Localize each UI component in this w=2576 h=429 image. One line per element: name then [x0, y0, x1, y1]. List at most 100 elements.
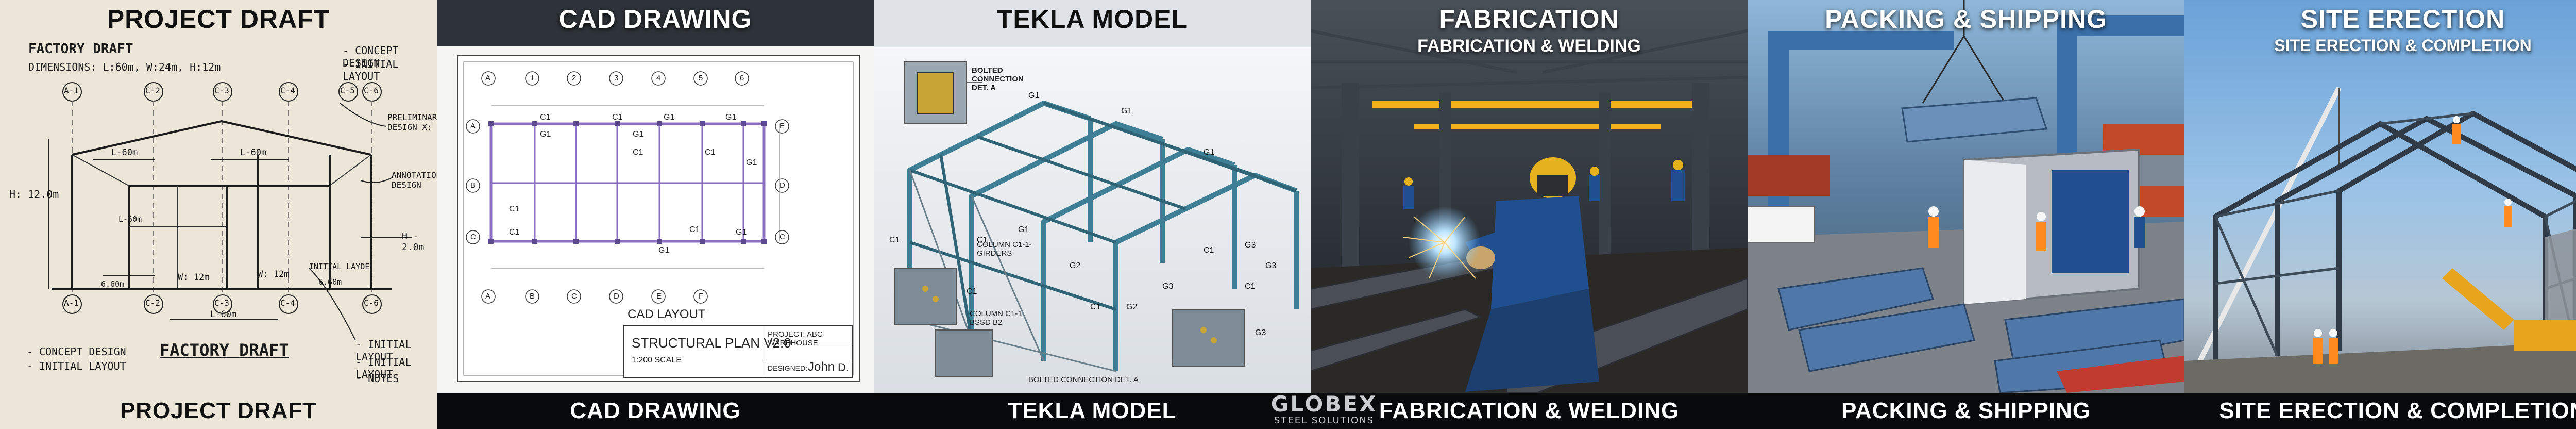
svg-text:G3: G3 [1162, 282, 1173, 291]
six2-dim: 6.60m [318, 277, 342, 287]
six-dim: 6.60m [101, 279, 125, 289]
callout-bolted: BOLTED CONNECTION DET. A [972, 66, 1024, 92]
h2-dim: H - 2.0m [402, 231, 425, 253]
height-dim: H: 12.0m [9, 188, 59, 201]
svg-text:G1: G1 [736, 228, 747, 237]
callout-column-2: COLUMN C1-1: BSSD B2 [970, 309, 1024, 327]
panel-caption: CAD DRAWING [437, 393, 874, 429]
grid-label: C-2 [145, 86, 160, 95]
grid-label: C-3 [214, 86, 229, 95]
svg-text:G1: G1 [746, 158, 757, 167]
grid-label: E [656, 292, 662, 301]
panel-title: FABRICATION [1439, 5, 1619, 34]
designer-name: John [808, 360, 835, 374]
title-block: STRUCTURAL PLAN V2.0 1:200 SCALE PROJECT… [623, 325, 853, 378]
panel-title: TEKLA MODEL [996, 5, 1188, 34]
panel-title: CAD DRAWING [558, 5, 752, 34]
svg-text:C1: C1 [540, 113, 551, 122]
svg-text:C1: C1 [612, 113, 623, 122]
note-br: - NOTES [355, 372, 399, 385]
svg-text:C1: C1 [509, 205, 520, 213]
initial-layde-note: INITIAL LAYDE [309, 262, 370, 271]
svg-text:G3: G3 [1245, 241, 1256, 250]
svg-text:C1: C1 [1204, 246, 1214, 255]
designed-label: DESIGNED: [768, 364, 808, 372]
grid-label: C-6 [364, 298, 379, 308]
erection-scene [2184, 86, 2576, 393]
row-label: C [779, 233, 785, 241]
fabrication-scene [1311, 29, 1748, 394]
svg-text:C1: C1 [705, 148, 716, 157]
row-label: E [779, 122, 785, 130]
grid-label: A-1 [64, 298, 79, 308]
row-label: C [470, 233, 476, 241]
plan-scale: 1:200 SCALE [632, 356, 682, 365]
sketch-title: FACTORY DRAFT [28, 41, 133, 57]
svg-text:G1: G1 [1121, 107, 1132, 116]
svg-text:G3: G3 [1265, 261, 1276, 270]
cad-layout-label: CAD LAYOUT [628, 307, 706, 321]
svg-text:C1: C1 [967, 287, 977, 296]
grid-label: D [614, 292, 619, 301]
w12-dim: W: 12m [178, 272, 210, 283]
panel-fabrication: FABRICATION FABRICATION & WELDING FABRIC… [1311, 0, 1748, 429]
svg-text:G1: G1 [1028, 91, 1039, 100]
svg-text:C1: C1 [633, 148, 643, 157]
svg-text:G1: G1 [658, 246, 669, 255]
grid-label: A-1 [64, 86, 79, 95]
grid-label: C-2 [145, 298, 160, 308]
note-bl: - INITIAL LAYOUT [27, 360, 126, 372]
w12b-dim: W: 12m [258, 269, 290, 279]
grid-label: F [699, 292, 704, 301]
panel-packing-shipping: PACKING & SHIPPING PACKING & SHIPPING [1748, 0, 2184, 429]
callout-column: COLUMN C1-1-GIRDERS [977, 240, 1032, 258]
grid-label: A [485, 292, 491, 301]
tekla-3d-model: G1G1 G1G3 G2 G3 C1C1 G1C1 C1G3 G2C1 C1G3 [874, 47, 1311, 393]
annotations-note: ANNOTATIONS DESIGN [392, 170, 437, 190]
shipping-scene [1748, 0, 2184, 394]
panel-project-draft: PROJECT DRAFT FACTORY DRAFT DIMENSIONS: … [0, 0, 437, 429]
svg-text:C1: C1 [1245, 282, 1256, 291]
grid-label: C [571, 292, 577, 301]
panel-cad-drawing: CAD DRAWING C1 C1 G1 G1 C1 C1 G1 C1 C1 C… [437, 0, 874, 429]
svg-text:G1: G1 [540, 130, 551, 139]
dimensions-note: DIMENSIONS: L:60m, W:24m, H:12m [28, 61, 221, 73]
row-label: D [779, 181, 785, 190]
grid-label: C-3 [214, 298, 229, 308]
check-mark: D. [838, 361, 849, 374]
project-name: PROJECT: ABC WAREHOUSE [768, 330, 823, 348]
l60b-dim: L-60m [240, 147, 267, 158]
note-layout: - INITIAL LAYOUT [343, 58, 399, 82]
grid-label: 2 [572, 74, 577, 82]
svg-text:G2: G2 [1070, 261, 1080, 270]
process-strip: PROJECT DRAFT FACTORY DRAFT DIMENSIONS: … [0, 0, 2576, 429]
panel-caption: PACKING & SHIPPING [1748, 393, 2184, 429]
grid-label: C-4 [280, 86, 295, 95]
grid-label: C-5 [340, 86, 355, 95]
svg-text:C1: C1 [889, 236, 900, 244]
logo-main: GLOBEX [1270, 391, 1378, 417]
title-block-left [624, 326, 764, 377]
svg-text:C1: C1 [1090, 303, 1101, 311]
svg-text:G1: G1 [725, 113, 736, 122]
svg-text:C1: C1 [689, 225, 700, 234]
l60d-dim: L-60m [210, 309, 237, 320]
panel-site-erection: SITE ERECTION SITE ERECTION & COMPLETION… [2184, 0, 2576, 429]
svg-text:C1: C1 [509, 228, 520, 237]
svg-text:G3: G3 [1255, 328, 1266, 337]
svg-text:G1: G1 [1018, 225, 1029, 234]
svg-text:G1: G1 [664, 113, 674, 122]
grid-label: 6 [740, 74, 744, 82]
panel-tekla-model: TEKLA MODEL G1 G1 G1 G3 G2 G3 C1 C1 G1 C… [874, 0, 1311, 429]
panel-caption: PROJECT DRAFT [0, 393, 437, 429]
l60-dim: L-60m [111, 147, 138, 158]
grid-label: 5 [699, 74, 703, 82]
panel-subtitle: FABRICATION & WELDING [1417, 36, 1641, 56]
panel-subtitle: SITE ERECTION & COMPLETION [2274, 36, 2532, 55]
callout-bottom: BOLTED CONNECTION DET. A [1028, 375, 1139, 384]
svg-text:G1: G1 [633, 130, 643, 139]
panel-caption: TEKLA MODEL [874, 393, 1311, 429]
grid-label: C-4 [280, 298, 295, 308]
grid-label: 3 [614, 74, 619, 82]
row-label: B [470, 181, 476, 190]
